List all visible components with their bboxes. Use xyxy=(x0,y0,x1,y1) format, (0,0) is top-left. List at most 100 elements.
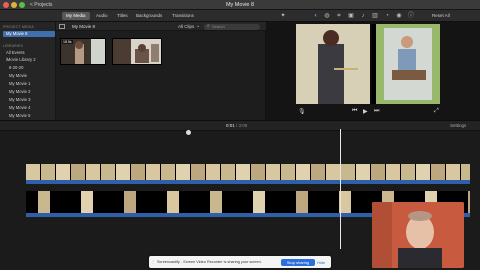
filmstrip-frame xyxy=(101,164,116,180)
clip-thumbnail[interactable] xyxy=(112,38,162,65)
microphone-icon[interactable]: 🎙 xyxy=(298,108,306,115)
stabilization-icon[interactable]: ▣ xyxy=(347,12,355,20)
sidebar-item-event[interactable]: My Movie 4 xyxy=(3,105,55,111)
sidebar-item-project[interactable]: My Movie 8 xyxy=(3,31,55,37)
color-balance-icon[interactable]: ◐ xyxy=(312,12,320,20)
skip-forward-icon[interactable]: ⏭ xyxy=(374,108,379,115)
filmstrip-frame xyxy=(167,191,180,213)
current-time: 0:01 xyxy=(226,123,235,128)
toolbar: My Media Audio Titles Backgrounds Transi… xyxy=(0,10,480,22)
zoom-window-button[interactable] xyxy=(19,2,25,8)
crop-icon[interactable]: ⌗ xyxy=(335,12,343,20)
clip-thumbnail[interactable]: 18.5s xyxy=(60,38,106,65)
timecode: 0:01 / 3:09 xyxy=(226,123,247,129)
stop-sharing-button[interactable]: Stop sharing xyxy=(281,258,315,266)
sidebar-item-event[interactable]: My Movie 2 xyxy=(3,89,55,95)
window-title: My Movie 8 xyxy=(225,2,255,8)
webcam-image xyxy=(372,202,464,268)
drag-handle-icon[interactable]: ⋮ xyxy=(151,259,155,265)
speed-icon[interactable]: ◔ xyxy=(383,12,391,20)
play-icon[interactable]: ▶ xyxy=(363,108,368,115)
filmstrip-frame xyxy=(341,164,356,180)
clip-filter-dropdown[interactable]: All Clips xyxy=(178,23,194,30)
filmstrip-frame xyxy=(116,164,131,180)
filmstrip-frame xyxy=(38,191,51,213)
timeline-header: 0:01 / 3:09 Settings xyxy=(0,121,480,131)
project-media-header: PROJECT MEDIA xyxy=(3,25,34,29)
filmstrip-frame xyxy=(266,164,281,180)
filmstrip-frame xyxy=(461,164,470,180)
filmstrip-frame xyxy=(446,164,461,180)
volume-icon[interactable]: ♪ xyxy=(359,12,367,20)
playhead[interactable] xyxy=(340,129,341,249)
viewer-preview xyxy=(296,24,440,104)
webcam-overlay[interactable] xyxy=(372,202,464,268)
search-icon: ⌕ xyxy=(207,23,210,29)
filmstrip-frame xyxy=(296,164,311,180)
preview-image xyxy=(296,24,440,104)
filmstrip-frame xyxy=(281,164,296,180)
filmstrip-frame xyxy=(371,164,386,180)
color-correction-icon[interactable]: ◍ xyxy=(323,12,331,20)
filmstrip-frame xyxy=(26,164,41,180)
share-banner-text: Screencastify - Screen Video Recorder is… xyxy=(157,260,262,264)
skimmer-handle[interactable] xyxy=(186,130,191,135)
magic-wand-icon[interactable]: ✦ xyxy=(279,12,287,20)
tab-my-media[interactable]: My Media xyxy=(62,12,90,20)
fullscreen-icon[interactable]: ⤢ xyxy=(434,108,439,115)
reset-all-button[interactable]: Reset All xyxy=(432,12,450,20)
sidebar-item-event[interactable]: 8-20-20 xyxy=(3,65,55,71)
filmstrip-frame xyxy=(131,164,146,180)
noise-reduction-icon[interactable]: ▥ xyxy=(371,12,379,20)
sidebar-item-event[interactable]: My Movie 1 xyxy=(3,81,55,87)
media-browser: My Movie 8 All Clips ⌄ Search ⌕ 18.5s xyxy=(56,22,266,120)
filmstrip-frame xyxy=(326,164,341,180)
minimize-window-button[interactable] xyxy=(11,2,17,8)
filmstrip-frame xyxy=(191,164,206,180)
filmstrip-frame xyxy=(176,164,191,180)
close-window-button[interactable] xyxy=(3,2,9,8)
search-input[interactable]: Search xyxy=(204,23,260,30)
clip-thumbnail-image xyxy=(113,39,161,64)
info-icon[interactable]: ⓘ xyxy=(407,12,415,20)
filmstrip-frame xyxy=(253,191,266,213)
filmstrip-frame xyxy=(146,164,161,180)
sidebar-item-library[interactable]: iMovie Library 2 xyxy=(3,57,55,63)
skip-back-icon[interactable]: ⏮ xyxy=(352,108,357,115)
filmstrip-frame xyxy=(86,164,101,180)
timeline-settings-button[interactable]: Settings xyxy=(450,123,466,129)
filmstrip-frame xyxy=(416,164,431,180)
filmstrip-frame xyxy=(468,191,470,213)
hide-banner-button[interactable]: Hide xyxy=(317,259,325,266)
screen-share-banner: ⋮ Screencastify - Screen Video Recorder … xyxy=(149,256,331,268)
filmstrip-frame xyxy=(206,164,221,180)
filmstrip-frame xyxy=(236,164,251,180)
browser-title: My Movie 8 xyxy=(72,24,96,29)
video-track-main[interactable] xyxy=(26,164,470,180)
filmstrip-frame xyxy=(56,164,71,180)
sidebar-item-event[interactable]: My Movie xyxy=(3,73,55,79)
filmstrip-frame xyxy=(401,164,416,180)
sidebar-toggle-icon[interactable] xyxy=(59,24,65,29)
clip-filter-icon[interactable]: ◉ xyxy=(395,12,403,20)
tab-backgrounds[interactable]: Backgrounds xyxy=(132,12,166,20)
clip-duration: 18.5s xyxy=(62,40,73,44)
sidebar: PROJECT MEDIA My Movie 8 LIBRARIES All E… xyxy=(0,22,56,120)
sidebar-item-all-events[interactable]: All Events xyxy=(3,50,55,56)
tab-transitions[interactable]: Transitions xyxy=(168,12,198,20)
filmstrip-frame xyxy=(296,191,309,213)
audio-track-main[interactable] xyxy=(26,180,470,184)
total-duration: / 3:09 xyxy=(236,123,248,128)
filmstrip-frame xyxy=(124,191,137,213)
filmstrip-frame xyxy=(41,164,56,180)
sidebar-item-event[interactable]: My Movie 5 xyxy=(3,113,55,119)
tab-titles[interactable]: Titles xyxy=(113,12,132,20)
filmstrip-frame xyxy=(356,164,371,180)
viewer: 🎙 ⏮ ▶ ⏭ ⤢ xyxy=(266,22,480,120)
sidebar-item-event[interactable]: My Movie 3 xyxy=(3,97,55,103)
filmstrip-frame xyxy=(71,164,86,180)
filmstrip-frame xyxy=(210,191,223,213)
tab-audio[interactable]: Audio xyxy=(92,12,112,20)
filmstrip-frame xyxy=(311,164,326,180)
projects-back-button[interactable]: < Projects xyxy=(30,1,52,9)
